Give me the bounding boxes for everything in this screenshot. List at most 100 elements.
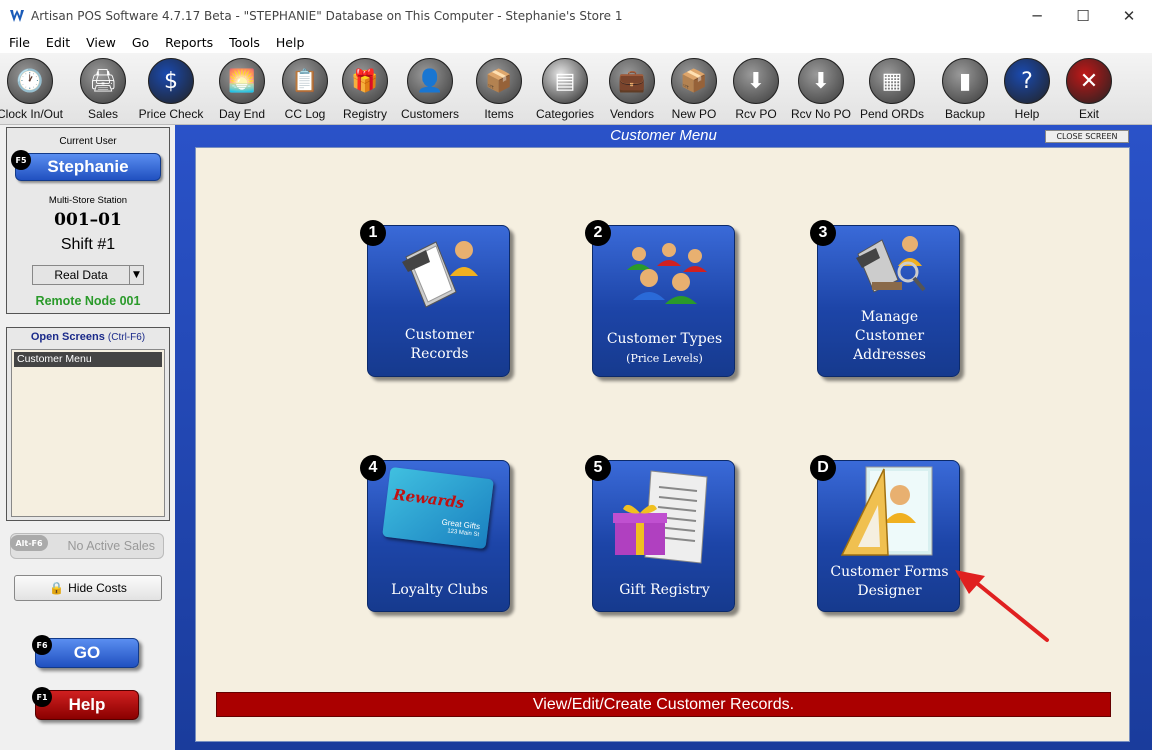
- station-label: Multi-Store Station: [48, 195, 128, 206]
- data-mode-value: Real Data: [54, 268, 108, 282]
- toolbar-day-end-button[interactable]: 🌅 Day End: [207, 58, 277, 121]
- toolbar-price-check-button[interactable]: $ Price Check: [136, 58, 206, 121]
- toolbar-registry-button[interactable]: 🎁 Registry: [330, 58, 400, 121]
- tile-number-badge: 3: [810, 220, 836, 246]
- data-mode-select[interactable]: Real Data ▼: [32, 265, 144, 285]
- customer-types-tile[interactable]: 2 Customer Types (Price Levels): [585, 220, 735, 377]
- toolbar-label: Exit: [1078, 107, 1099, 121]
- tile-number-badge: D: [810, 455, 836, 481]
- toolbar-label: Categories: [535, 107, 595, 121]
- alt-f6-key-badge: Alt-F6: [10, 535, 48, 551]
- dollar-icon: $: [148, 58, 194, 104]
- open-screens-shortcut: (Ctrl-F6): [107, 332, 146, 343]
- toolbar-backup-button[interactable]: ▮ Backup: [930, 58, 1000, 121]
- chevron-down-icon: ▼: [129, 266, 143, 284]
- shift-label: Shift #1: [60, 236, 116, 253]
- loyalty-clubs-tile[interactable]: 4 Rewards Great Gifts 123 Main St Loyalt…: [360, 455, 510, 612]
- toolbar-label: CC Log: [284, 107, 326, 121]
- menu-go[interactable]: Go: [132, 35, 149, 50]
- status-message: View/Edit/Create Customer Records.: [216, 692, 1111, 717]
- open-screen-item[interactable]: Customer Menu: [14, 352, 162, 367]
- manage-customer-addresses-tile[interactable]: 3 Manage Customer Addresses: [810, 220, 960, 377]
- window-title: Artisan POS Software 4.7.17 Beta - "STEP…: [31, 8, 623, 23]
- gift-registry-icon: [613, 470, 708, 564]
- f5-key-badge: F5: [11, 150, 31, 170]
- tile-number-badge: 5: [585, 455, 611, 481]
- tile-label: Gift Registry: [619, 582, 710, 598]
- toolbar-label: Items: [484, 107, 514, 121]
- maximize-button[interactable]: ☐: [1060, 0, 1106, 31]
- close-button[interactable]: ✕: [1106, 0, 1152, 31]
- customer-icon: 👤: [407, 58, 453, 104]
- tile-number-badge: 4: [360, 455, 386, 481]
- menu-content: 1 Customer Records 2 Customer Types (Pri…: [195, 147, 1130, 742]
- toolbar-label: Pend ORDs: [859, 107, 925, 121]
- current-user-label: Current User: [59, 136, 117, 147]
- minimize-button[interactable]: ─: [1014, 0, 1060, 31]
- toolbar-label: Backup: [944, 107, 986, 121]
- toolbar-label: Rcv No PO: [790, 107, 851, 121]
- toolbar-help-button[interactable]: ? Help: [992, 58, 1062, 121]
- toolbar: 🕐 Clock In/Out 🖨 Sales $ Price Check 🌅 Day End 📋…: [0, 53, 1152, 125]
- menu-bar: File Edit View Go Reports Tools Help: [0, 31, 1152, 53]
- help-icon: ?: [1004, 58, 1050, 104]
- usb-icon: ▮: [942, 58, 988, 104]
- toolbar-vendors-button[interactable]: 💼 Vendors: [597, 58, 667, 121]
- toolbar-customers-button[interactable]: 👤 Customers: [395, 58, 465, 121]
- toolbar-rcv-no-po-button[interactable]: ⬇ Rcv No PO: [786, 58, 856, 121]
- toolbar-pend-ords-button[interactable]: ▦ Pend ORDs: [857, 58, 927, 121]
- box-icon: 📦: [671, 58, 717, 104]
- toolbar-new-po-button[interactable]: 📦 New PO: [659, 58, 729, 121]
- address-book-icon: [856, 236, 926, 293]
- menu-reports[interactable]: Reports: [165, 35, 213, 50]
- open-screens-list: Customer Menu: [11, 349, 165, 517]
- hide-costs-button[interactable]: 🔒 Hide Costs: [14, 575, 162, 601]
- station-id: 001–01: [54, 210, 122, 230]
- f1-key-badge: F1: [32, 687, 52, 707]
- toolbar-items-button[interactable]: 📦 Items: [464, 58, 534, 121]
- exit-icon: ✕: [1066, 58, 1112, 104]
- remote-node-label: Remote Node 001: [35, 294, 141, 308]
- toolbar-label: Customers: [400, 107, 459, 121]
- toolbar-label: New PO: [671, 107, 717, 121]
- f6-key-badge: F6: [32, 635, 52, 655]
- pointer-arrow-icon: [955, 570, 1049, 642]
- clock-icon: 🕐: [7, 58, 53, 104]
- menu-file[interactable]: File: [9, 35, 30, 50]
- pending-icon: ▦: [869, 58, 915, 104]
- gift-registry-tile[interactable]: 5 Gift Registry: [585, 455, 735, 612]
- menu-help[interactable]: Help: [276, 35, 305, 50]
- left-panel: Current User Stephanie F5 Multi-Store St…: [0, 125, 175, 750]
- form-designer-icon: [840, 466, 933, 556]
- open-screens-panel: Open Screens (Ctrl-F6) Customer Menu: [6, 327, 170, 521]
- tile-label: Loyalty Clubs: [391, 582, 488, 598]
- tile-number-badge: 2: [585, 220, 611, 246]
- menu-view[interactable]: View: [86, 35, 116, 50]
- lock-icon: 🔒: [49, 581, 65, 595]
- tile-label: Customer Forms Designer: [830, 564, 949, 599]
- toolbar-label: Day End: [218, 107, 266, 121]
- hide-costs-label: Hide Costs: [68, 581, 127, 595]
- receive-icon: ⬇: [733, 58, 779, 104]
- menu-edit[interactable]: Edit: [46, 35, 70, 50]
- categories-icon: ▤: [542, 58, 588, 104]
- active-sales-label: No Active Sales: [67, 539, 155, 553]
- customer-forms-designer-tile[interactable]: D Customer Forms Designer: [810, 455, 960, 612]
- open-screens-label: Open Screens: [30, 331, 105, 343]
- toolbar-exit-button[interactable]: ✕ Exit: [1054, 58, 1124, 121]
- toolbar-label: Sales: [87, 107, 119, 121]
- customer-menu-screen: Customer Menu CLOSE SCREEN 1 Customer Re…: [175, 125, 1152, 750]
- tile-label: Customer Types (Price Levels): [606, 331, 723, 365]
- app-icon: [9, 8, 25, 24]
- customer-group-icon: [627, 243, 707, 304]
- toolbar-rcv-po-button[interactable]: ⬇ Rcv PO: [721, 58, 791, 121]
- toolbar-label: Help: [1014, 107, 1040, 121]
- toolbar-categories-button[interactable]: ▤ Categories: [530, 58, 600, 121]
- toolbar-sales-button[interactable]: 🖨 Sales: [68, 58, 138, 121]
- customer-records-tile[interactable]: 1 Customer Records: [360, 220, 510, 377]
- menu-tools[interactable]: Tools: [229, 35, 260, 50]
- log-icon: 📋: [282, 58, 328, 104]
- current-user-button[interactable]: Stephanie: [15, 153, 161, 181]
- close-screen-button[interactable]: CLOSE SCREEN: [1045, 130, 1129, 143]
- toolbar-clock-in-out-button[interactable]: 🕐 Clock In/Out: [0, 58, 65, 121]
